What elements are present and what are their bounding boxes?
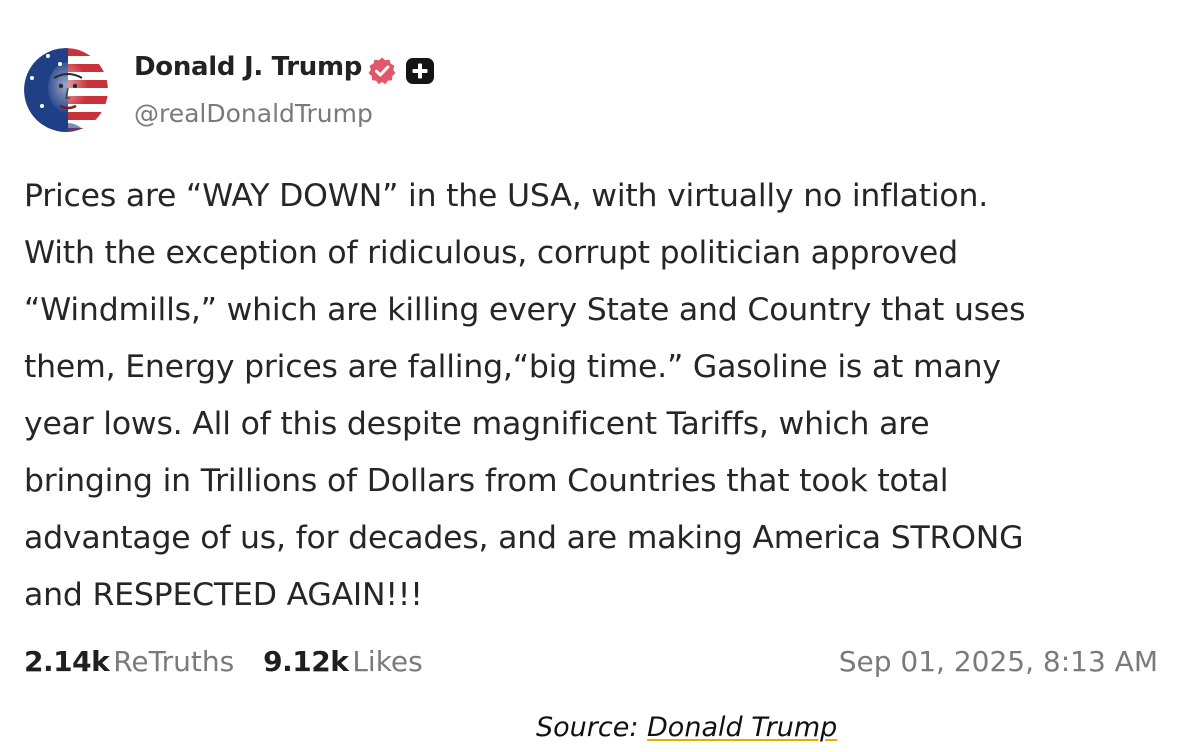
post-body-line: “Windmills,” which are killing every Sta… bbox=[24, 292, 1026, 328]
plus-badge-icon bbox=[405, 57, 435, 85]
engagement-stats: 2.14k ReTruths 9.12k Likes bbox=[24, 645, 443, 678]
source-link[interactable]: Donald Trump bbox=[647, 712, 837, 743]
retruths-label: ReTruths bbox=[113, 645, 235, 678]
post-body-line: Prices are “WAY DOWN” in the USA, with v… bbox=[24, 178, 989, 214]
author-display-name[interactable]: Donald J. Trump bbox=[134, 52, 362, 82]
post-body-line: With the exception of ridiculous, corrup… bbox=[24, 235, 958, 271]
post-body-line: advantage of us, for decades, and are ma… bbox=[24, 520, 1024, 556]
post-body-line: and RESPECTED AGAIN!!! bbox=[24, 577, 423, 613]
likes-label: Likes bbox=[352, 645, 423, 678]
retruths-count: 2.14k bbox=[24, 645, 110, 678]
flag-portrait-avatar-icon bbox=[24, 48, 108, 132]
retruths-stat[interactable]: 2.14k ReTruths bbox=[24, 645, 234, 678]
post-body-line: bringing in Trillions of Dollars from Co… bbox=[24, 463, 949, 499]
source-prefix: Source: bbox=[536, 712, 648, 743]
likes-stat[interactable]: 9.12k Likes bbox=[263, 645, 423, 678]
source-caption: Source: Donald Trump bbox=[536, 712, 837, 743]
author-handle[interactable]: @realDonaldTrump bbox=[134, 99, 373, 128]
post-body-line: them, Energy prices are falling,“big tim… bbox=[24, 349, 1001, 385]
likes-count: 9.12k bbox=[263, 645, 349, 678]
post-body-line: year lows. All of this despite magnifice… bbox=[24, 406, 930, 442]
verified-badge-icon bbox=[367, 56, 397, 86]
post-card: Donald J. Trump @realDonaldTrump Prices … bbox=[0, 0, 1190, 752]
author-avatar[interactable] bbox=[24, 48, 108, 132]
post-timestamp[interactable]: Sep 01, 2025, 8:13 AM bbox=[839, 645, 1158, 678]
post-body: Prices are “WAY DOWN” in the USA, with v… bbox=[24, 168, 1164, 624]
